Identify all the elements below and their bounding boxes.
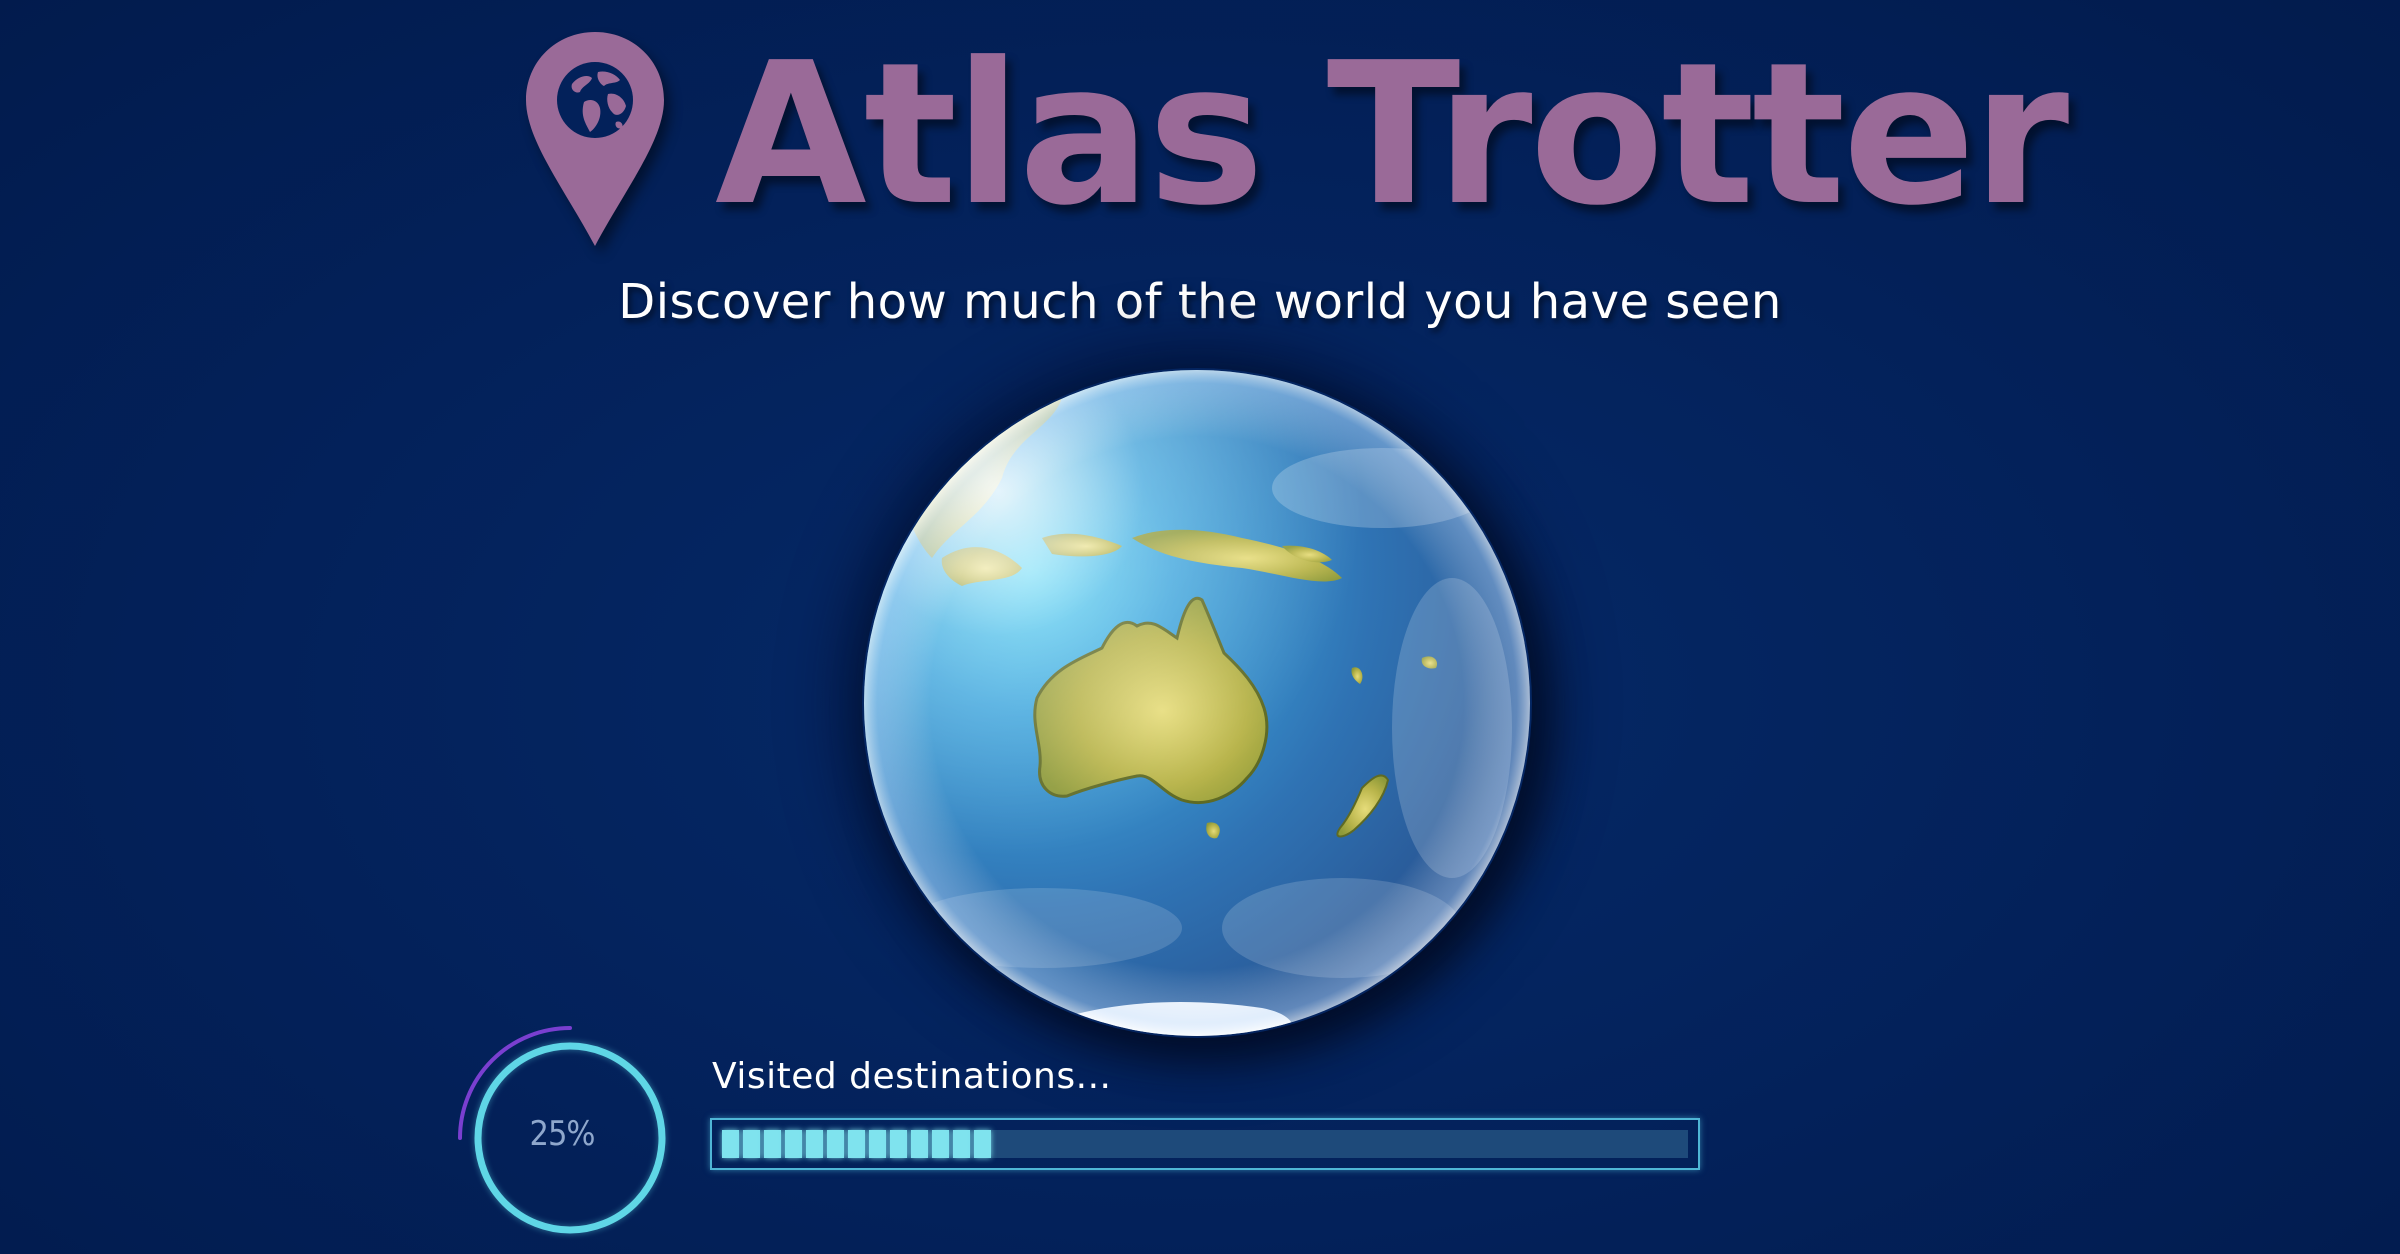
progress-label: Visited destinations... — [712, 1056, 1112, 1097]
map-pin-globe-icon — [526, 32, 664, 246]
app-logo: Atlas Trotter — [520, 21, 2069, 258]
app-title: Atlas Trotter — [715, 21, 2069, 249]
app-subtitle: Discover how much of the world you have … — [618, 274, 1782, 330]
progress-segment — [722, 1130, 739, 1158]
progress-segment — [806, 1130, 823, 1158]
earth-globe-icon — [864, 370, 1530, 1036]
splash-screen: Atlas Trotter Discover how much of the w… — [0, 0, 2400, 1254]
progress-bar — [710, 1118, 1700, 1170]
progress-segment — [827, 1130, 844, 1158]
progress-segment — [911, 1130, 928, 1158]
progress-segment — [869, 1130, 886, 1158]
progress-segment — [953, 1130, 970, 1158]
progress-percent: 25% — [529, 1114, 596, 1154]
globe-illustration — [862, 368, 1532, 1038]
progress-segment — [785, 1130, 802, 1158]
progress-segment — [932, 1130, 949, 1158]
progress-segment — [890, 1130, 907, 1158]
progress-segment — [974, 1130, 991, 1158]
progress-segment — [848, 1130, 865, 1158]
progress-segment — [743, 1130, 760, 1158]
progress-fill — [722, 1130, 991, 1158]
progress-track — [722, 1130, 1688, 1158]
progress-segment — [764, 1130, 781, 1158]
